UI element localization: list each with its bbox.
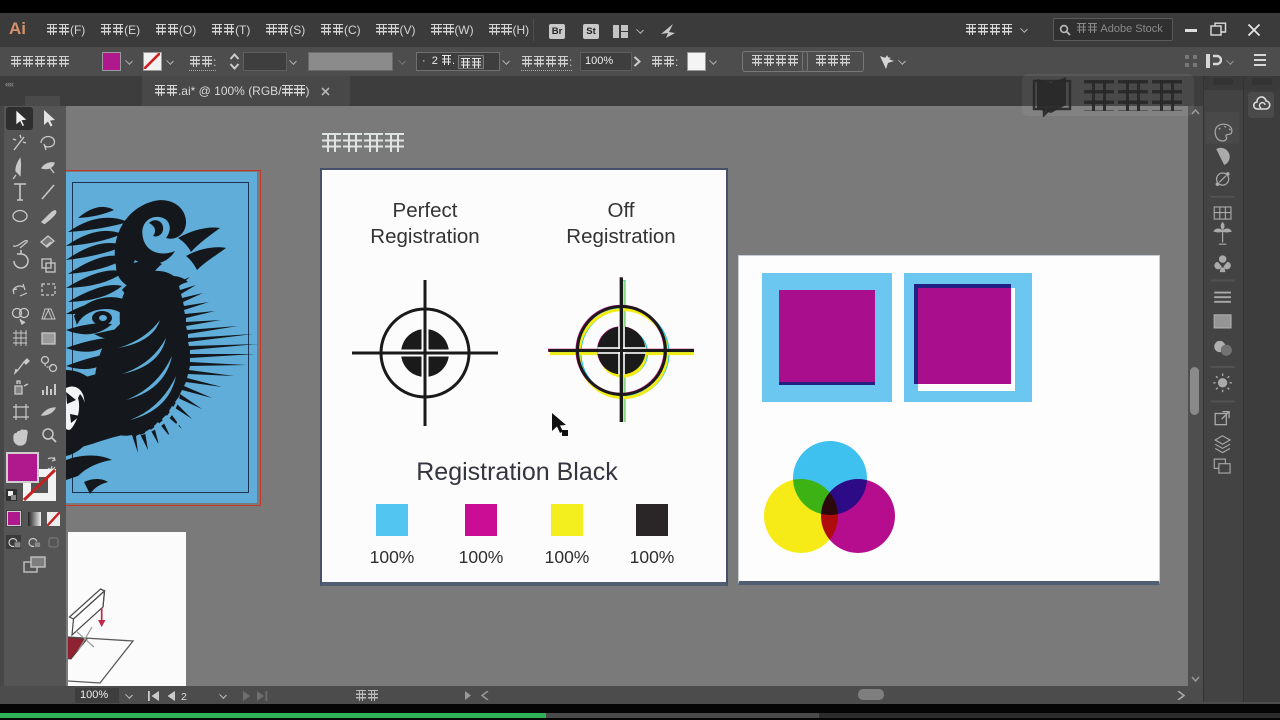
svg-text:2: 2 [181, 691, 187, 701]
